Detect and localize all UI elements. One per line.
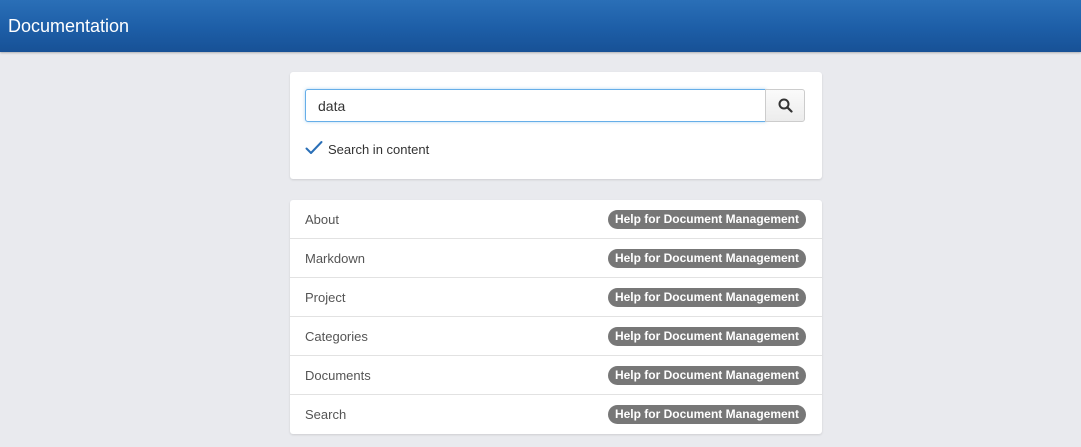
result-item[interactable]: About Help for Document Management	[290, 200, 822, 239]
result-item[interactable]: Search Help for Document Management	[290, 395, 822, 434]
project-badge: Help for Document Management	[607, 249, 806, 268]
result-title[interactable]: Search	[305, 407, 346, 422]
project-badge: Help for Document Management	[607, 405, 806, 424]
search-in-content-label: Search in content	[328, 142, 430, 157]
top-navbar: Documentation	[0, 0, 1081, 52]
search-panel: Search in content	[290, 72, 822, 179]
project-badge: Help for Document Management	[607, 327, 806, 346]
search-button[interactable]	[765, 89, 805, 122]
result-item[interactable]: Markdown Help for Document Management	[290, 239, 822, 278]
result-title[interactable]: Project	[305, 290, 345, 305]
project-badge: Help for Document Management	[607, 288, 806, 307]
result-title[interactable]: About	[305, 212, 339, 227]
search-input[interactable]	[305, 89, 766, 122]
checkmark-icon[interactable]	[305, 140, 323, 156]
result-title[interactable]: Markdown	[305, 251, 365, 266]
result-item[interactable]: Project Help for Document Management	[290, 278, 822, 317]
app-title[interactable]: Documentation	[8, 16, 129, 36]
result-title[interactable]: Categories	[305, 329, 368, 344]
result-item[interactable]: Documents Help for Document Management	[290, 356, 822, 395]
project-badge: Help for Document Management	[607, 366, 806, 385]
result-title[interactable]: Documents	[305, 368, 371, 383]
search-results-list: About Help for Document Management Markdow…	[290, 200, 822, 434]
project-badge: Help for Document Management	[607, 210, 806, 229]
result-item[interactable]: Categories Help for Document Management	[290, 317, 822, 356]
search-icon	[778, 98, 793, 113]
